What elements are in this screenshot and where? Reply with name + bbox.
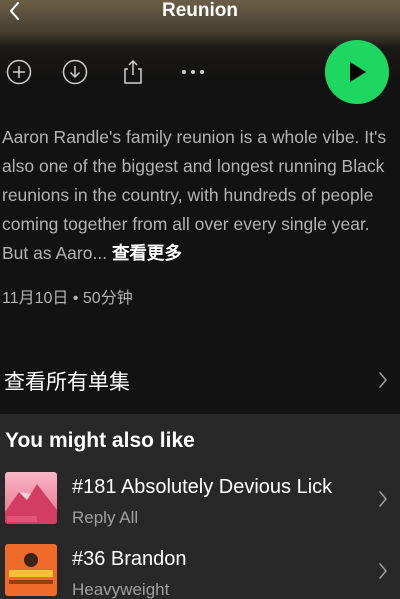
page-title: Reunion bbox=[162, 0, 238, 21]
episode-meta: 11月10日 • 50分钟 bbox=[2, 290, 133, 307]
podcast-cover bbox=[5, 544, 57, 596]
episode-name: #36 Brandon bbox=[72, 548, 187, 570]
add-button[interactable] bbox=[4, 57, 34, 87]
recommendations-title: You might also like bbox=[5, 429, 195, 452]
episode-description: Aaron Randle's family reunion is a whole… bbox=[2, 123, 398, 268]
play-icon bbox=[350, 62, 366, 82]
show-name: Heavyweight bbox=[72, 580, 170, 599]
list-item[interactable]: #36 Brandon Heavyweight bbox=[0, 544, 400, 599]
all-episodes-row[interactable]: 查看所有单集 bbox=[0, 354, 400, 408]
see-more-link[interactable]: 查看更多 bbox=[112, 243, 182, 263]
list-item[interactable]: #181 Absolutely Devious Lick Reply All bbox=[0, 472, 400, 534]
show-name: Reply All bbox=[72, 508, 139, 527]
chevron-right-icon bbox=[379, 372, 387, 388]
chevron-right-icon bbox=[379, 563, 387, 579]
play-button[interactable] bbox=[325, 40, 389, 104]
more-button[interactable] bbox=[178, 57, 208, 87]
download-button[interactable] bbox=[60, 57, 90, 87]
chevron-right-icon bbox=[379, 491, 387, 507]
podcast-cover bbox=[5, 472, 57, 524]
recommendations-section: You might also like #181 Absolutely Devi… bbox=[0, 414, 400, 599]
share-button[interactable] bbox=[118, 57, 148, 87]
download-circle-icon bbox=[62, 59, 88, 85]
share-icon bbox=[124, 60, 142, 84]
plus-circle-icon bbox=[6, 59, 32, 85]
all-episodes-label: 查看所有单集 bbox=[4, 371, 130, 394]
app-header: Reunion bbox=[0, 0, 400, 26]
description-text: Aaron Randle's family reunion is a whole… bbox=[2, 127, 387, 263]
episode-name: #181 Absolutely Devious Lick bbox=[72, 476, 333, 498]
more-dots-icon bbox=[182, 70, 204, 74]
